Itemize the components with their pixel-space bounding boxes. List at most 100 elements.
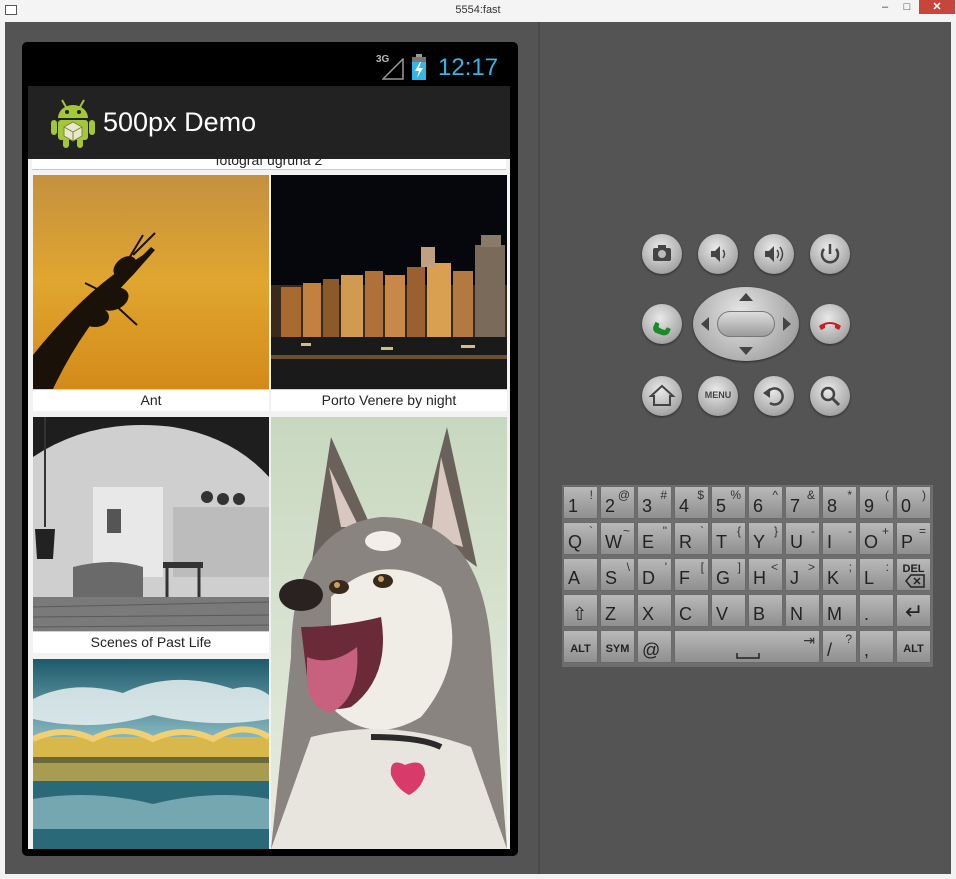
key-1[interactable]: 1! [563, 486, 598, 519]
key-shift[interactable]: ⇧ [563, 594, 598, 627]
key-n[interactable]: N [785, 594, 820, 627]
speaker-high-icon [765, 246, 784, 262]
photo-caption: Scenes of Past Life [33, 631, 269, 653]
back-arrow-icon [763, 387, 784, 406]
key-o[interactable]: O + [859, 522, 894, 555]
key-8[interactable]: 8 * [822, 486, 857, 519]
minimize-button[interactable]: – [876, 0, 894, 14]
end-call-button[interactable] [810, 304, 850, 344]
android-robot-icon[interactable] [50, 98, 96, 148]
photo-caption: Ant [33, 389, 269, 411]
camera-button[interactable] [642, 234, 682, 274]
gallery-tile-partial[interactable]: fotograf ugruna 2 [32, 159, 506, 170]
window-titlebar: 5554:fast – □ ✕ [0, 0, 956, 23]
home-button[interactable] [642, 376, 682, 416]
key-j[interactable]: J > [785, 558, 820, 591]
signal-strength-icon [382, 58, 404, 80]
photo-caption: Porto Venere by night [271, 389, 507, 411]
battery-charging-icon [412, 54, 426, 80]
key-u[interactable]: U- [785, 522, 820, 555]
photo-gallery[interactable]: fotograf ugruna 2 Ant Porto Venere by ni… [28, 159, 510, 849]
window-title: 5554:fast [455, 4, 501, 16]
key-enter[interactable]: ↵ [896, 594, 931, 627]
key-t[interactable]: T{ [711, 522, 746, 555]
key-g[interactable]: G] [711, 558, 746, 591]
emulator-keyboard: 1! 2 @ 3 # 4 $ 5% 6 ^ 7 & 8 * 9( 0) Q ` W ~ E " R… [562, 485, 933, 667]
window-border-bottom [0, 874, 956, 879]
menu-button-label: MENU [704, 390, 732, 400]
back-button[interactable] [754, 376, 794, 416]
volume-down-button[interactable] [698, 234, 738, 274]
shift-icon: ⇧ [572, 604, 588, 624]
key-f[interactable]: F[ [674, 558, 709, 591]
camera-icon [653, 245, 671, 261]
key-i[interactable]: I- [822, 522, 857, 555]
maximize-button[interactable]: □ [898, 0, 916, 14]
volume-up-button[interactable] [754, 234, 794, 274]
search-button[interactable] [810, 376, 850, 416]
key-m[interactable]: M [822, 594, 857, 627]
key-slash[interactable]: /? [822, 630, 857, 663]
key-7[interactable]: 7 & [785, 486, 820, 519]
key-l[interactable]: L: [859, 558, 894, 591]
key-x[interactable]: X [637, 594, 672, 627]
key-q[interactable]: Q ` [563, 522, 598, 555]
key-k[interactable]: K; [822, 558, 857, 591]
husky-dog-photo [271, 417, 507, 849]
key-alt-right[interactable]: ALT [896, 630, 931, 663]
key-at[interactable]: @ [637, 630, 672, 663]
night-harbor-photo [271, 175, 507, 389]
close-button[interactable]: ✕ [919, 0, 955, 14]
key-y[interactable]: Y} [748, 522, 783, 555]
key-6[interactable]: 6 ^ [748, 486, 783, 519]
key-b[interactable]: B [748, 594, 783, 627]
gallery-tile[interactable] [271, 417, 507, 849]
key-h[interactable]: H < [748, 558, 783, 591]
dpad[interactable] [693, 287, 799, 361]
dpad-center-button[interactable] [717, 311, 775, 337]
key-a[interactable]: A [563, 558, 598, 591]
gallery-tile[interactable]: Scenes of Past Life [33, 417, 269, 653]
status-bar: 3G 12:17 [28, 48, 510, 86]
call-button[interactable] [642, 304, 682, 344]
power-button[interactable] [810, 234, 850, 274]
enter-icon: ↵ [905, 599, 924, 624]
window-border-right [951, 22, 956, 879]
key-p[interactable]: P = [896, 522, 931, 555]
key-period[interactable]: . [859, 594, 894, 627]
key-alt-left[interactable]: ALT [563, 630, 598, 663]
backspace-icon [905, 574, 925, 588]
key-space[interactable]: ⇥ [674, 630, 820, 663]
key-2[interactable]: 2 @ [600, 486, 635, 519]
app-title: 500px Demo [103, 107, 257, 137]
key-r[interactable]: R ` [674, 522, 709, 555]
gallery-tile[interactable] [33, 659, 269, 849]
lake-reflection-photo [33, 659, 269, 849]
key-4[interactable]: 4 $ [674, 486, 709, 519]
key-3[interactable]: 3 # [637, 486, 672, 519]
key-z[interactable]: Z [600, 594, 635, 627]
space-bar-icon [736, 653, 760, 659]
key-9[interactable]: 9( [859, 486, 894, 519]
key-w[interactable]: W ~ [600, 522, 635, 555]
key-e[interactable]: E " [637, 522, 672, 555]
phone-red-icon [819, 322, 841, 330]
menu-button[interactable]: MENU [698, 376, 738, 416]
search-icon [820, 386, 841, 407]
phone-green-icon [653, 321, 671, 336]
gallery-tile[interactable]: Porto Venere by night [271, 175, 507, 411]
home-icon [648, 384, 676, 406]
key-c[interactable]: C [674, 594, 709, 627]
key-s[interactable]: S \ [600, 558, 635, 591]
key-comma[interactable]: , [859, 630, 894, 663]
key-5[interactable]: 5% [711, 486, 746, 519]
key-delete[interactable]: DEL [896, 558, 931, 591]
key-v[interactable]: V [711, 594, 746, 627]
key-sym[interactable]: SYM [600, 630, 635, 663]
old-kitchen-photo [33, 417, 269, 631]
gallery-tile[interactable]: Ant [33, 175, 269, 411]
key-0[interactable]: 0) [896, 486, 931, 519]
status-clock: 12:17 [438, 54, 499, 81]
power-icon [820, 244, 840, 264]
key-d[interactable]: D ' [637, 558, 672, 591]
